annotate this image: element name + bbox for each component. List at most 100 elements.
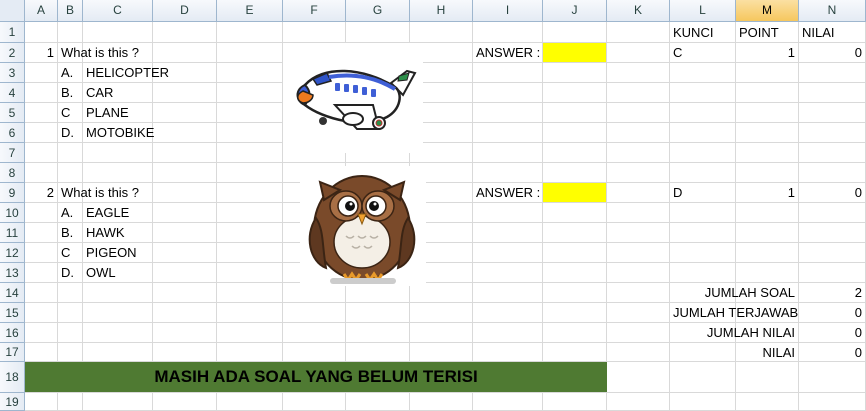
cell[interactable] xyxy=(607,123,670,143)
cell[interactable] xyxy=(83,143,153,163)
cell[interactable] xyxy=(283,343,346,362)
cell[interactable] xyxy=(217,303,283,323)
cell[interactable] xyxy=(670,263,736,283)
airplane-image[interactable] xyxy=(283,43,423,153)
cell[interactable] xyxy=(607,143,670,163)
row-header-9[interactable]: 9 xyxy=(0,183,25,203)
cell[interactable] xyxy=(607,393,670,411)
cell[interactable] xyxy=(58,22,83,43)
column-header-j[interactable]: J xyxy=(543,0,607,22)
header-nilai[interactable]: NILAI xyxy=(799,22,866,43)
row-header-18[interactable]: 18 xyxy=(0,362,25,393)
question-text[interactable]: What is this ? xyxy=(58,43,139,63)
row-header-14[interactable]: 14 xyxy=(0,283,25,303)
cell[interactable] xyxy=(217,43,283,63)
cell[interactable] xyxy=(607,183,670,203)
column-header-m[interactable]: M xyxy=(736,0,799,22)
cell[interactable] xyxy=(799,63,866,83)
cell[interactable] xyxy=(25,393,58,411)
cell[interactable] xyxy=(607,362,670,393)
cell[interactable] xyxy=(607,323,670,343)
cell[interactable] xyxy=(346,22,410,43)
cell[interactable] xyxy=(58,283,83,303)
cell[interactable] xyxy=(473,393,543,411)
cell[interactable] xyxy=(283,303,346,323)
cell[interactable] xyxy=(410,22,473,43)
cell[interactable] xyxy=(736,163,799,183)
column-header-h[interactable]: H xyxy=(410,0,473,22)
question-text[interactable]: What is this ? xyxy=(58,183,139,203)
column-header-i[interactable]: I xyxy=(473,0,543,22)
column-header-f[interactable]: F xyxy=(283,0,346,22)
column-header-c[interactable]: C xyxy=(83,0,153,22)
cell[interactable] xyxy=(607,163,670,183)
cell[interactable] xyxy=(153,103,217,123)
cell[interactable] xyxy=(25,103,58,123)
cell[interactable] xyxy=(217,223,283,243)
cell[interactable] xyxy=(25,343,58,362)
cell[interactable] xyxy=(543,303,607,323)
cell[interactable] xyxy=(799,103,866,123)
cell[interactable] xyxy=(799,143,866,163)
cell[interactable] xyxy=(217,83,283,103)
cell[interactable] xyxy=(25,203,58,223)
cell[interactable] xyxy=(607,83,670,103)
cell[interactable] xyxy=(607,343,670,362)
cell[interactable] xyxy=(153,263,217,283)
row-header-11[interactable]: 11 xyxy=(0,223,25,243)
option-letter[interactable]: C xyxy=(58,243,83,263)
option-letter[interactable]: A. xyxy=(58,203,83,223)
cell[interactable] xyxy=(670,103,736,123)
cell[interactable] xyxy=(217,343,283,362)
cell[interactable] xyxy=(346,393,410,411)
cell[interactable] xyxy=(799,83,866,103)
cell[interactable] xyxy=(58,143,83,163)
cell[interactable] xyxy=(736,103,799,123)
cell[interactable] xyxy=(346,303,410,323)
cell[interactable] xyxy=(543,143,607,163)
cell[interactable] xyxy=(217,283,283,303)
cell[interactable] xyxy=(410,393,473,411)
cell[interactable] xyxy=(670,223,736,243)
option-letter[interactable]: B. xyxy=(58,223,83,243)
cell[interactable] xyxy=(799,223,866,243)
option-text[interactable]: HELICOPTER xyxy=(83,63,169,83)
cell[interactable] xyxy=(25,22,58,43)
cell[interactable] xyxy=(607,283,670,303)
cell[interactable] xyxy=(153,83,217,103)
cell[interactable] xyxy=(25,163,58,183)
cell[interactable] xyxy=(153,203,217,223)
cell[interactable] xyxy=(736,143,799,163)
cell[interactable] xyxy=(670,123,736,143)
cell[interactable] xyxy=(799,393,866,411)
cell[interactable] xyxy=(543,223,607,243)
cell[interactable] xyxy=(607,263,670,283)
cell[interactable] xyxy=(736,203,799,223)
answer-input[interactable] xyxy=(543,183,607,203)
option-text[interactable]: MOTOBIKE xyxy=(83,123,154,143)
cell[interactable] xyxy=(58,393,83,411)
cell[interactable] xyxy=(25,323,58,343)
option-text[interactable]: EAGLE xyxy=(83,203,153,223)
option-text[interactable]: HAWK xyxy=(83,223,153,243)
cell[interactable] xyxy=(543,123,607,143)
cell[interactable] xyxy=(670,143,736,163)
cell[interactable] xyxy=(25,283,58,303)
cell[interactable] xyxy=(543,83,607,103)
question-number[interactable]: 2 xyxy=(25,183,58,203)
cell[interactable] xyxy=(670,163,736,183)
cell[interactable] xyxy=(473,163,543,183)
cell[interactable] xyxy=(799,123,866,143)
cell[interactable] xyxy=(25,303,58,323)
cell[interactable] xyxy=(153,163,217,183)
cell[interactable] xyxy=(25,223,58,243)
cell[interactable] xyxy=(670,83,736,103)
option-text[interactable]: OWL xyxy=(83,263,153,283)
select-all-corner[interactable] xyxy=(0,0,25,22)
option-letter[interactable]: D. xyxy=(58,123,83,143)
cell[interactable] xyxy=(25,123,58,143)
cell[interactable] xyxy=(25,243,58,263)
cell[interactable] xyxy=(670,63,736,83)
cell[interactable] xyxy=(283,393,346,411)
cell[interactable] xyxy=(153,323,217,343)
